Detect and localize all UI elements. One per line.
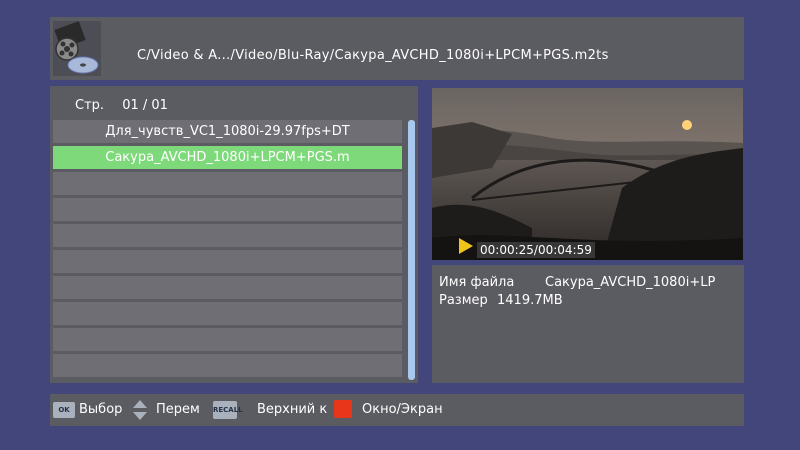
- filename-row: Имя файла Сакура_AVCHD_1080i+LP: [439, 275, 715, 290]
- up-down-arrows-icon: [133, 400, 147, 420]
- footer-help-bar: OK Выбор Перем RECALL Верхний к Окно/Экр…: [50, 394, 744, 426]
- filename-value: Сакура_AVCHD_1080i+LP: [545, 275, 716, 290]
- filename-label: Имя файла: [439, 275, 515, 290]
- scrollbar[interactable]: [408, 120, 415, 380]
- size-value: 1419.7MB: [497, 293, 563, 308]
- filesize-row: Размер 1419.7MB: [439, 293, 563, 308]
- preview-image: [432, 88, 743, 260]
- page-label: Стр.: [75, 98, 105, 113]
- header-bar: C/Video & A.../Video/Blu-Ray/Сакура_AVCH…: [50, 17, 744, 80]
- empty-list-row[interactable]: [53, 354, 402, 377]
- page-value: 01 / 01: [122, 98, 168, 113]
- empty-list-row[interactable]: [53, 198, 402, 221]
- video-preview: 00:00:25/00:04:59: [432, 88, 743, 260]
- size-label: Размер: [439, 293, 488, 308]
- timecode: 00:00:25/00:04:59: [477, 242, 595, 258]
- empty-list-row[interactable]: [53, 328, 402, 351]
- film-reel-disc-icon: [53, 21, 101, 76]
- red-key-icon: [334, 400, 352, 418]
- ok-select-label: Выбор: [79, 402, 123, 417]
- empty-list-row[interactable]: [53, 276, 402, 299]
- move-label: Перем: [156, 402, 200, 417]
- recall-label: Верхний к: [257, 402, 328, 417]
- file-browser-panel: Стр. 01 / 01 Для_чувств_VC1_1080i-29.97f…: [50, 86, 418, 383]
- red-window-screen-label: Окно/Экран: [362, 402, 443, 417]
- recall-key-icon: RECALL: [213, 401, 243, 419]
- empty-list-row[interactable]: [53, 302, 402, 325]
- empty-list-row[interactable]: [53, 224, 402, 247]
- file-list-item[interactable]: Для_чувств_VC1_1080i-29.97fps+DT: [53, 120, 402, 143]
- scrollbar-thumb[interactable]: [408, 120, 415, 380]
- page-indicator: Стр. 01 / 01: [75, 98, 182, 113]
- file-info-panel: Имя файла Сакура_AVCHD_1080i+LP Размер 141…: [432, 265, 744, 383]
- play-triangle-icon[interactable]: [459, 238, 473, 254]
- ok-key-icon: OK: [53, 402, 75, 418]
- empty-list-row[interactable]: [53, 172, 402, 195]
- empty-list-row[interactable]: [53, 250, 402, 273]
- file-path: C/Video & A.../Video/Blu-Ray/Сакура_AVCH…: [137, 48, 609, 63]
- file-list-item[interactable]: Сакура_AVCHD_1080i+LPCM+PGS.m: [53, 146, 402, 169]
